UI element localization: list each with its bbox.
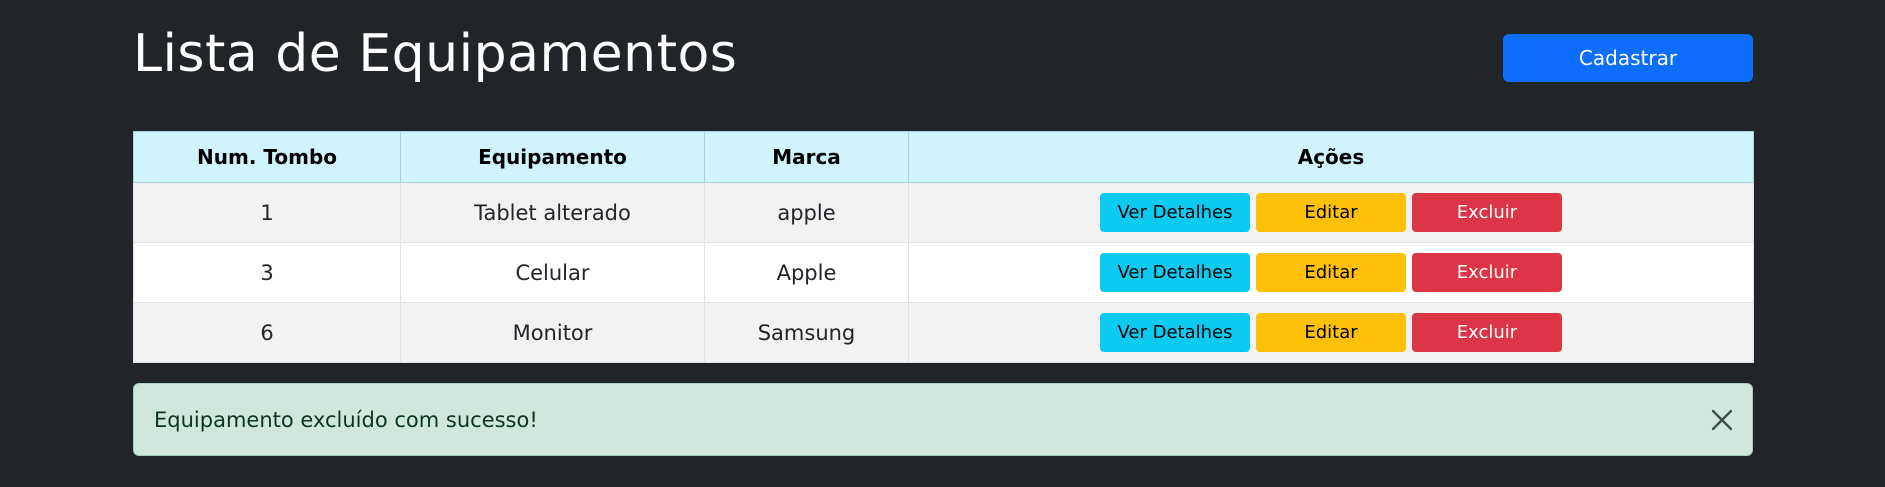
view-details-button[interactable]: Ver Detalhes	[1100, 253, 1250, 292]
cell-marca: Apple	[704, 242, 909, 303]
column-header-tombo[interactable]: Num. Tombo	[133, 131, 401, 183]
cell-actions: Ver Detalhes Editar Excluir	[908, 242, 1754, 303]
table-header-row: Num. Tombo Equipamento Marca Ações	[133, 131, 1754, 183]
edit-button[interactable]: Editar	[1256, 313, 1406, 352]
view-details-button[interactable]: Ver Detalhes	[1100, 313, 1250, 352]
cell-equipamento: Tablet alterado	[400, 182, 705, 243]
row-actions: Ver Detalhes Editar Excluir	[909, 253, 1753, 292]
alert-message: Equipamento excluído com sucesso!	[154, 407, 538, 432]
row-actions: Ver Detalhes Editar Excluir	[909, 313, 1753, 352]
cell-equipamento: Monitor	[400, 302, 705, 363]
table-row: 1 Tablet alterado apple Ver Detalhes Edi…	[133, 182, 1754, 243]
cell-actions: Ver Detalhes Editar Excluir	[908, 182, 1754, 243]
column-header-marca[interactable]: Marca	[704, 131, 909, 183]
page-title: Lista de Equipamentos	[133, 24, 738, 84]
column-header-acoes: Ações	[908, 131, 1754, 183]
success-alert: Equipamento excluído com sucesso!	[133, 383, 1753, 456]
equipment-table: Num. Tombo Equipamento Marca Ações 1 Tab…	[133, 131, 1754, 363]
cell-tombo: 6	[133, 302, 401, 363]
column-header-equipamento[interactable]: Equipamento	[400, 131, 705, 183]
table-row: 6 Monitor Samsung Ver Detalhes Editar Ex…	[133, 302, 1754, 363]
close-icon	[1711, 409, 1733, 431]
cell-marca: Samsung	[704, 302, 909, 363]
view-details-button[interactable]: Ver Detalhes	[1100, 193, 1250, 232]
delete-button[interactable]: Excluir	[1412, 193, 1562, 232]
cell-tombo: 1	[133, 182, 401, 243]
edit-button[interactable]: Editar	[1256, 253, 1406, 292]
alert-close-button[interactable]	[1708, 406, 1736, 434]
cell-tombo: 3	[133, 242, 401, 303]
row-actions: Ver Detalhes Editar Excluir	[909, 193, 1753, 232]
cell-actions: Ver Detalhes Editar Excluir	[908, 302, 1754, 363]
cell-marca: apple	[704, 182, 909, 243]
table-row: 3 Celular Apple Ver Detalhes Editar Excl…	[133, 242, 1754, 303]
delete-button[interactable]: Excluir	[1412, 313, 1562, 352]
edit-button[interactable]: Editar	[1256, 193, 1406, 232]
register-button[interactable]: Cadastrar	[1503, 34, 1753, 82]
cell-equipamento: Celular	[400, 242, 705, 303]
delete-button[interactable]: Excluir	[1412, 253, 1562, 292]
